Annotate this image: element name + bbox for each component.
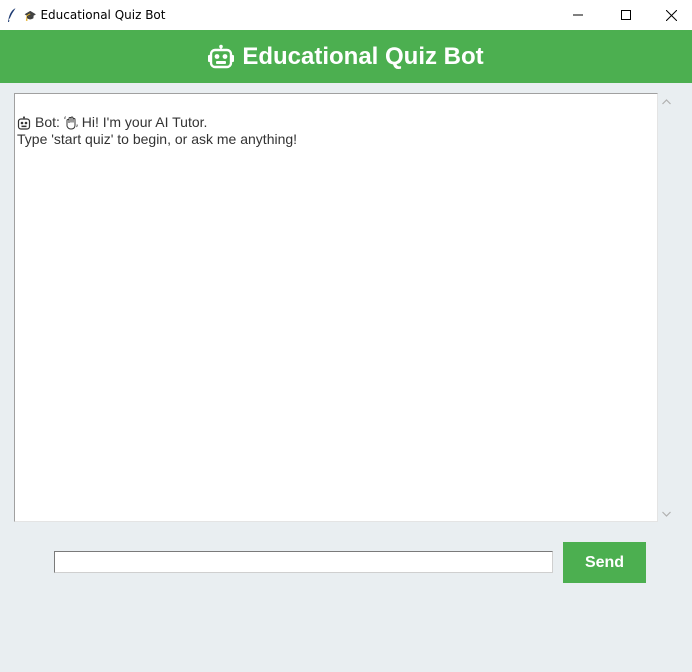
- chevron-up-icon: [662, 98, 671, 104]
- window-titlebar: 🎓 Educational Quiz Bot: [0, 0, 692, 30]
- graduation-cap-icon: 🎓: [24, 11, 37, 22]
- scroll-up-button[interactable]: [658, 93, 675, 110]
- message-input[interactable]: [54, 551, 553, 573]
- chat-message-continued: Type 'start quiz' to begin, or ask me an…: [17, 131, 298, 147]
- close-button[interactable]: [648, 0, 692, 30]
- robot-face-icon: [208, 44, 235, 68]
- waving-hand-icon: [64, 115, 78, 130]
- chat-scrollbar[interactable]: [658, 93, 675, 522]
- maximize-button[interactable]: [603, 0, 649, 30]
- minimize-icon: [573, 14, 583, 16]
- app-header: Educational Quiz Bot: [0, 30, 692, 83]
- header-title: Educational Quiz Bot: [208, 43, 484, 71]
- scroll-down-button[interactable]: [658, 505, 675, 522]
- chevron-down-icon: [662, 511, 671, 517]
- send-button[interactable]: Send: [563, 542, 646, 583]
- chat-message: Bot: Hi! I'm your AI Tutor.: [17, 114, 657, 131]
- close-icon: [665, 9, 677, 21]
- chat-display[interactable]: Bot: Hi! I'm your AI Tutor. Type 'start …: [14, 93, 658, 522]
- window-title: 🎓 Educational Quiz Bot: [24, 8, 166, 22]
- feather-icon: [8, 7, 17, 22]
- maximize-icon: [621, 10, 631, 20]
- robot-face-icon: [17, 115, 31, 130]
- minimize-button[interactable]: [555, 0, 601, 30]
